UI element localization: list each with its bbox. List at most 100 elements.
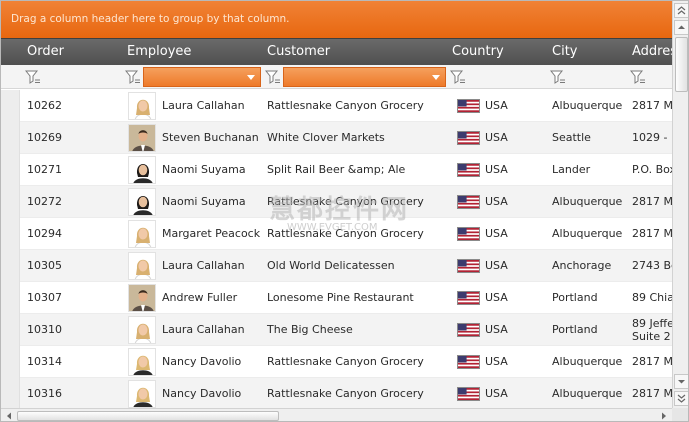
vertical-scrollbar[interactable] <box>672 1 688 408</box>
usa-flag-icon <box>457 195 480 209</box>
cell-customer: Rattlesnake Canyon Grocery <box>267 195 424 208</box>
cell-country: USA <box>485 163 508 176</box>
column-header-order[interactable]: Order <box>27 44 64 59</box>
cell-country: USA <box>485 387 508 400</box>
row-indicator[interactable] <box>1 314 20 346</box>
cell-city: Seattle <box>552 131 591 144</box>
scroll-down-button[interactable] <box>674 374 688 389</box>
filter-customer-button[interactable] <box>265 69 281 85</box>
avatar <box>128 92 156 120</box>
table-row[interactable]: 10305 Laura Callahan Old World Delicates… <box>1 250 672 282</box>
cell-country: USA <box>485 259 508 272</box>
filter-order-button[interactable] <box>25 69 41 85</box>
cell-city: Portland <box>552 291 598 304</box>
arrow-left-icon <box>7 412 11 420</box>
cell-order: 10314 <box>27 355 62 368</box>
avatar <box>128 124 156 152</box>
cell-city: Albuquerque <box>552 355 623 368</box>
address-line-2: Suite 2 <box>632 330 671 343</box>
cell-country: USA <box>485 355 508 368</box>
column-header-address[interactable]: Addres <box>632 44 677 59</box>
usa-flag-icon <box>457 99 480 113</box>
table-row[interactable]: 10314 Nancy Davolio Rattlesnake Canyon G… <box>1 346 672 378</box>
employee-photo-icon <box>129 125 155 151</box>
table-row[interactable]: 10272 Naomi Suyama Rattlesnake Canyon Gr… <box>1 186 672 218</box>
column-header-customer[interactable]: Customer <box>267 44 330 59</box>
group-by-panel[interactable]: Drag a column header here to group by th… <box>1 1 672 38</box>
chevron-down-icon <box>247 75 255 80</box>
table-row[interactable]: 10294 Margaret Peacock Rattlesnake Canyo… <box>1 218 672 250</box>
filter-employee-button[interactable] <box>125 69 141 85</box>
cell-city: Albuquerque <box>552 195 623 208</box>
cell-customer: Rattlesnake Canyon Grocery <box>267 99 424 112</box>
cell-customer: Rattlesnake Canyon Grocery <box>267 227 424 240</box>
filter-customer-dropdown[interactable] <box>283 67 446 87</box>
filter-employee-dropdown[interactable] <box>143 67 261 87</box>
scroll-top-button[interactable] <box>674 3 688 18</box>
cell-employee: Laura Callahan <box>162 99 245 112</box>
cell-order: 10316 <box>27 387 62 400</box>
scroll-right-button[interactable] <box>658 410 670 421</box>
scroll-left-button[interactable] <box>3 410 15 421</box>
avatar <box>128 284 156 312</box>
row-indicator[interactable] <box>1 346 20 378</box>
cell-address: 2743 Be <box>632 259 672 272</box>
horizontal-scroll-thumb[interactable] <box>17 411 279 421</box>
cell-customer: Old World Delicatessen <box>267 259 395 272</box>
row-indicator[interactable] <box>1 378 20 408</box>
avatar <box>128 220 156 248</box>
filter-country-button[interactable] <box>450 69 466 85</box>
arrow-right-icon <box>662 412 666 420</box>
cell-country: USA <box>485 131 508 144</box>
table-row[interactable]: 10262 Laura Callahan Rattlesnake Canyon … <box>1 90 672 122</box>
cell-address: 1029 - 1 <box>632 131 672 144</box>
scrollbar-corner <box>672 408 688 421</box>
row-indicator[interactable] <box>1 122 20 154</box>
table-row[interactable]: 10310 Laura Callahan The Big Cheese USA … <box>1 314 672 346</box>
avatar <box>128 348 156 376</box>
cell-country: USA <box>485 323 508 336</box>
avatar <box>128 316 156 344</box>
table-row[interactable]: 10269 Steven Buchanan White Clover Marke… <box>1 122 672 154</box>
column-header-country[interactable]: Country <box>452 44 504 59</box>
horizontal-scrollbar[interactable] <box>1 408 672 421</box>
filter-icon <box>25 70 40 84</box>
usa-flag-icon <box>457 131 480 145</box>
employee-photo-icon <box>129 349 155 375</box>
filter-address-button[interactable] <box>630 69 646 85</box>
row-indicator[interactable] <box>1 282 20 314</box>
table-row[interactable]: 10316 Nancy Davolio Rattlesnake Canyon G… <box>1 378 672 408</box>
cell-order: 10310 <box>27 323 62 336</box>
cell-address: P.O. Box <box>632 163 672 176</box>
avatar <box>128 380 156 408</box>
employee-photo-icon <box>129 189 155 215</box>
column-header-city[interactable]: City <box>552 44 577 59</box>
cell-order: 10272 <box>27 195 62 208</box>
column-header-employee[interactable]: Employee <box>127 44 191 59</box>
scroll-bottom-button[interactable] <box>674 391 688 406</box>
cell-employee: Naomi Suyama <box>162 163 246 176</box>
cell-employee: Naomi Suyama <box>162 195 246 208</box>
table-row[interactable]: 10271 Naomi Suyama Split Rail Beer &amp;… <box>1 154 672 186</box>
row-indicator[interactable] <box>1 186 20 218</box>
avatar <box>128 252 156 280</box>
cell-customer: Rattlesnake Canyon Grocery <box>267 355 424 368</box>
table-row[interactable]: 10307 Andrew Fuller Lonesome Pine Restau… <box>1 282 672 314</box>
employee-photo-icon <box>129 93 155 119</box>
usa-flag-icon <box>457 259 480 273</box>
cell-country: USA <box>485 99 508 112</box>
row-indicator[interactable] <box>1 218 20 250</box>
filter-city-button[interactable] <box>550 69 566 85</box>
row-indicator[interactable] <box>1 154 20 186</box>
cell-customer: Rattlesnake Canyon Grocery <box>267 387 424 400</box>
vertical-scroll-thumb[interactable] <box>675 37 688 92</box>
employee-photo-icon <box>129 157 155 183</box>
cell-order: 10271 <box>27 163 62 176</box>
cell-employee: Andrew Fuller <box>162 291 238 304</box>
scroll-up-button[interactable] <box>674 20 688 35</box>
row-indicator[interactable] <box>1 90 20 122</box>
row-indicator[interactable] <box>1 250 20 282</box>
usa-flag-icon <box>457 355 480 369</box>
filter-row <box>1 65 672 89</box>
cell-city: Albuquerque <box>552 99 623 112</box>
